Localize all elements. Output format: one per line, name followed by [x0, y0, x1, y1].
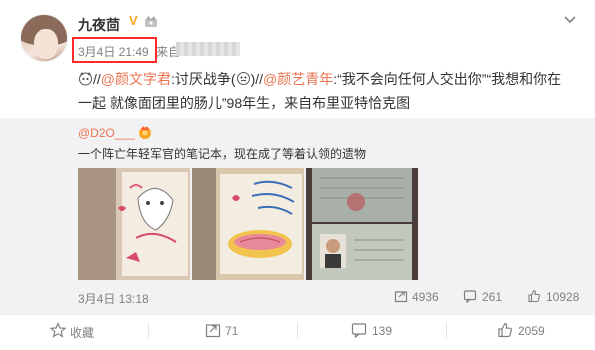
action-divider — [446, 322, 447, 338]
post-text-segment-2: :“我不会向任何人交出你”“我想和你在 — [333, 71, 562, 87]
weibo-post: 九夜茴 V 3月4日 21:49 来自 //@颜文字君:讨厌战争( )//@颜艺… — [0, 0, 595, 350]
orange-medal-icon — [139, 126, 151, 139]
favorite-button[interactable]: 收藏 — [70, 324, 94, 341]
mention-link-1[interactable]: @颜文字君 — [101, 71, 171, 87]
member-crown-icon — [145, 16, 157, 27]
repost-comment-icon[interactable] — [463, 289, 477, 303]
repost-share-count[interactable]: 4936 — [412, 290, 439, 304]
action-divider — [148, 322, 149, 338]
dizzy-face-emoji-icon — [236, 72, 250, 85]
cat-face-emoji-icon — [79, 72, 92, 86]
post-text-segment-1: :讨厌战争( — [171, 71, 236, 87]
comment-button[interactable]: 139 — [372, 324, 392, 338]
repost-time[interactable]: 3月4日 13:18 — [78, 290, 149, 307]
passport-photo-icon — [306, 168, 418, 280]
comment-action-icon[interactable] — [351, 322, 367, 338]
post-body-line-1: //@颜文字君:讨厌战争( )//@颜艺青年:“我不会向任何人交出你”“我想和你… — [78, 67, 583, 91]
repost-button[interactable]: 71 — [225, 324, 238, 338]
user-avatar[interactable] — [20, 14, 68, 62]
notebook-sausage-drawing-icon — [192, 168, 304, 280]
notebook-drawing-icon — [78, 168, 190, 280]
post-text-separator: )// — [250, 71, 264, 87]
verified-badge-icon: V — [129, 13, 138, 28]
like-thumb-icon[interactable] — [497, 322, 513, 338]
repost-photo-3[interactable] — [306, 168, 418, 280]
repost-photo-1[interactable] — [78, 168, 190, 280]
redacted-source-area — [176, 42, 240, 56]
post-body-line-2: 一起 就像面团里的肠儿”98年生，来自布里亚特恰克图 — [78, 95, 411, 111]
post-menu-chevron-icon[interactable] — [562, 14, 578, 26]
repost-action-icon[interactable] — [205, 322, 221, 338]
repost-photo-2[interactable] — [192, 168, 304, 280]
repost-comment-count[interactable]: 261 — [482, 290, 502, 304]
like-button[interactable]: 2059 — [518, 324, 545, 338]
time-highlight-annotation — [72, 37, 157, 63]
mention-link-2[interactable]: @颜艺青年 — [263, 71, 333, 87]
post-username[interactable]: 九夜茴 — [78, 15, 120, 35]
post-prefix-slashes: // — [93, 71, 101, 87]
repost-like-count[interactable]: 10928 — [546, 290, 579, 304]
post-body: //@颜文字君:讨厌战争( )//@颜艺青年:“我不会向任何人交出你”“我想和你… — [78, 67, 583, 115]
favorite-star-icon[interactable] — [50, 322, 66, 338]
action-divider — [297, 322, 298, 338]
repost-username[interactable]: @D2O___ — [78, 126, 135, 140]
repost-like-icon[interactable] — [527, 289, 541, 303]
repost-text: 一个阵亡年轻军官的笔记本，现在成了等着认领的遗物 — [78, 147, 367, 161]
repost-share-icon[interactable] — [394, 289, 408, 303]
